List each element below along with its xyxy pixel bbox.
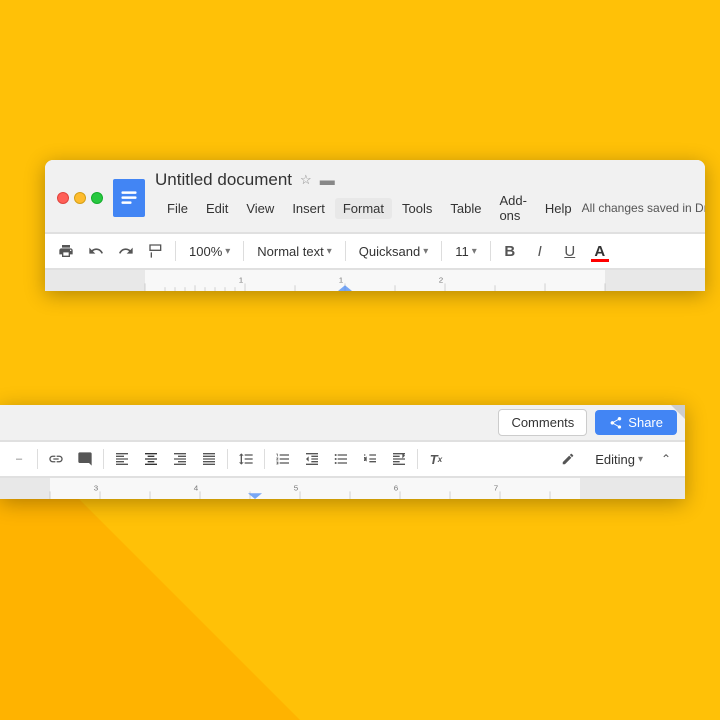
font-color-button[interactable]: A — [587, 238, 613, 264]
divider-3 — [345, 241, 346, 261]
window-top: Untitled document ☆ ▬ File Edit View Ins… — [45, 160, 705, 291]
divider-2 — [243, 241, 244, 261]
size-dropdown[interactable]: 11 ▾ — [448, 241, 484, 262]
underline-button[interactable]: U — [557, 238, 583, 264]
share-button[interactable]: Share — [595, 410, 677, 435]
menu-view[interactable]: View — [238, 198, 282, 219]
editing-label: Editing — [595, 452, 635, 467]
align-right-button[interactable] — [167, 446, 193, 472]
zoom-value: 100% — [189, 244, 222, 259]
editing-dropdown[interactable]: Editing ▾ — [588, 449, 650, 470]
menu-edit[interactable]: Edit — [198, 198, 236, 219]
svg-text:1: 1 — [239, 276, 243, 285]
comments-button[interactable]: Comments — [498, 409, 587, 436]
ruler-svg-top: 1 1 2 — [45, 270, 705, 291]
bold-button[interactable]: B — [497, 238, 523, 264]
close-button[interactable] — [57, 192, 69, 204]
toolbar-bottom: – — [0, 441, 685, 477]
svg-text:4: 4 — [194, 484, 199, 493]
divider-b1 — [37, 449, 38, 469]
paint-format-button[interactable] — [143, 238, 169, 264]
font-dropdown[interactable]: Quicksand ▾ — [352, 241, 435, 262]
doc-lines-icon — [119, 188, 139, 208]
size-value: 11 — [455, 244, 469, 259]
menu-table[interactable]: Table — [442, 198, 489, 219]
font-arrow-icon: ▾ — [423, 246, 428, 257]
numbered-list-button[interactable] — [270, 446, 296, 472]
title-row: Untitled document ☆ ▬ — [155, 170, 705, 190]
size-arrow-icon: ▾ — [472, 246, 477, 257]
divider-b3 — [227, 449, 228, 469]
pencil-icon[interactable] — [555, 446, 581, 472]
redo-button[interactable] — [113, 238, 139, 264]
indent-decrease-button[interactable] — [357, 446, 383, 472]
italic-button[interactable]: I — [527, 238, 553, 264]
menu-help[interactable]: Help — [537, 198, 580, 219]
divider-4 — [441, 241, 442, 261]
undo-button[interactable] — [83, 238, 109, 264]
font-color-label: A — [594, 243, 605, 260]
share-icon — [609, 416, 623, 430]
style-value: Normal text — [257, 244, 323, 259]
svg-text:1: 1 — [339, 276, 343, 285]
style-arrow-icon: ▾ — [327, 246, 332, 257]
star-icon[interactable]: ☆ — [300, 172, 312, 188]
svg-text:3: 3 — [94, 484, 98, 493]
menu-format[interactable]: Format — [335, 198, 392, 219]
font-value: Quicksand — [359, 244, 420, 259]
menu-insert[interactable]: Insert — [284, 198, 333, 219]
ruler-svg-bottom: 3 4 5 6 7 — [0, 478, 685, 499]
style-dropdown[interactable]: Normal text ▾ — [250, 241, 339, 262]
title-area: Untitled document ☆ ▬ File Edit View Ins… — [155, 170, 705, 226]
clear-format-button[interactable]: Tx — [423, 446, 449, 472]
ruler-top: 1 1 2 — [45, 269, 705, 291]
line-spacing-button[interactable] — [233, 446, 259, 472]
svg-text:6: 6 — [394, 484, 398, 493]
folder-icon[interactable]: ▬ — [320, 172, 335, 189]
divider-5 — [490, 241, 491, 261]
title-bar: Untitled document ☆ ▬ File Edit View Ins… — [45, 160, 705, 233]
saved-status: All changes saved in Dri — [582, 201, 705, 215]
zoom-minus-partial[interactable]: – — [6, 446, 32, 472]
indent-increase-button[interactable] — [386, 446, 412, 472]
minimize-button[interactable] — [74, 192, 86, 204]
maximize-button[interactable] — [91, 192, 103, 204]
svg-text:5: 5 — [294, 484, 299, 493]
menu-file[interactable]: File — [159, 198, 196, 219]
window-bottom: Comments Share – — [0, 405, 685, 499]
divider-b2 — [103, 449, 104, 469]
bottom-top-bar: Comments Share — [0, 405, 685, 441]
svg-text:2: 2 — [439, 276, 443, 285]
divider-1 — [175, 241, 176, 261]
bullet-list-button[interactable] — [328, 446, 354, 472]
share-label: Share — [628, 415, 663, 430]
align-center-button[interactable] — [138, 446, 164, 472]
divider-b4 — [264, 449, 265, 469]
ruler-bottom: 3 4 5 6 7 — [0, 477, 685, 499]
doc-icon — [113, 179, 145, 217]
zoom-arrow-icon: ▾ — [225, 246, 230, 257]
link-button[interactable] — [43, 446, 69, 472]
divider-b5 — [417, 449, 418, 469]
comment-inline-button[interactable] — [72, 446, 98, 472]
toolbar-top: 100% ▾ Normal text ▾ Quicksand ▾ 11 ▾ B … — [45, 233, 705, 269]
align-left-button[interactable] — [109, 446, 135, 472]
traffic-lights — [57, 192, 103, 204]
editing-arrow-icon: ▾ — [638, 454, 643, 465]
menu-addons[interactable]: Add-ons — [491, 190, 534, 226]
collapse-button[interactable]: ⌃ — [653, 446, 679, 472]
font-color-underline — [591, 259, 609, 262]
justify-button[interactable] — [196, 446, 222, 472]
print-button[interactable] — [53, 238, 79, 264]
doc-title[interactable]: Untitled document — [155, 170, 292, 190]
svg-text:7: 7 — [494, 484, 498, 493]
decrease-indent-button[interactable] — [299, 446, 325, 472]
menu-bar: File Edit View Insert Format Tools Table… — [155, 190, 705, 226]
menu-tools[interactable]: Tools — [394, 198, 440, 219]
zoom-dropdown[interactable]: 100% ▾ — [182, 241, 237, 262]
